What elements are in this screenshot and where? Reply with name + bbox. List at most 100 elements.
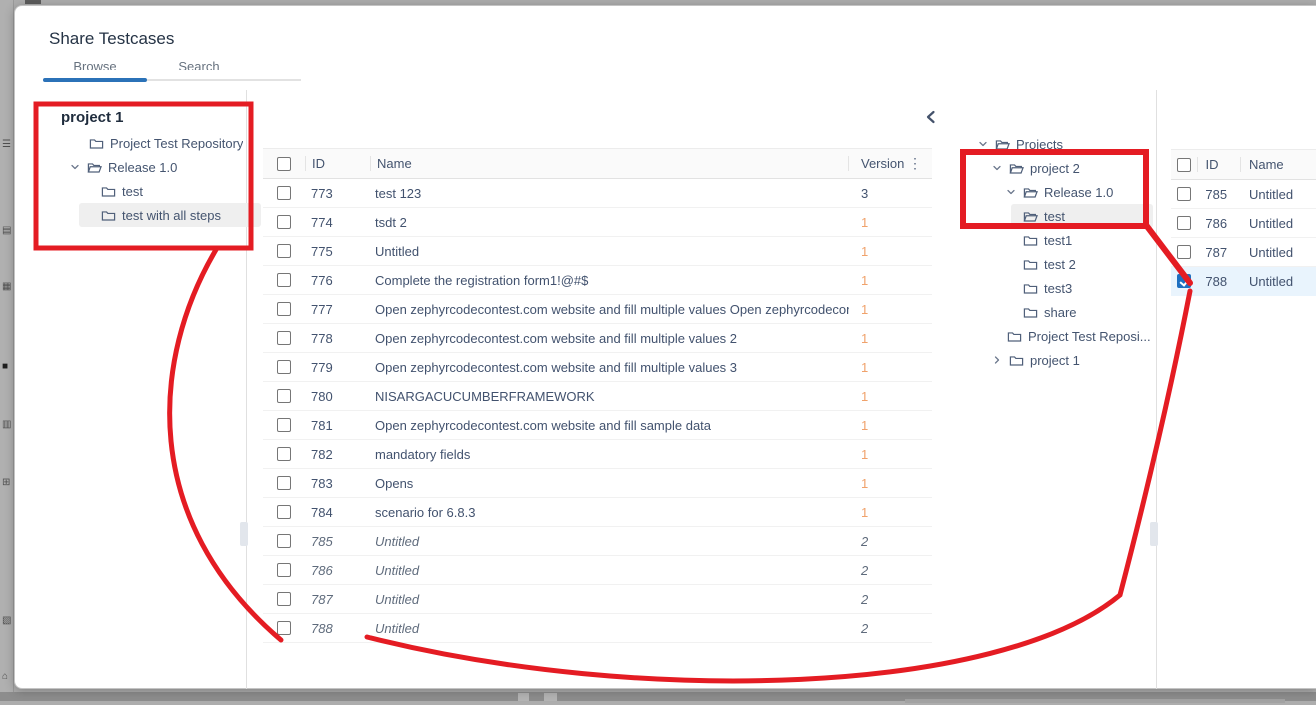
folder-icon bbox=[1007, 329, 1022, 344]
folder-open-icon bbox=[87, 160, 102, 175]
tree-item-release-1-0[interactable]: Release 1.0 bbox=[1005, 180, 1153, 204]
panel-resize-handle[interactable] bbox=[240, 522, 248, 546]
table-row[interactable]: 787 Untitled 2 bbox=[263, 585, 932, 614]
cell-version: 2 bbox=[849, 621, 908, 636]
table-row[interactable]: 773 test 123 3 bbox=[263, 179, 932, 208]
cell-id: 788 bbox=[1197, 274, 1241, 289]
tree-item-release-1-0[interactable]: Release 1.0 bbox=[69, 155, 261, 179]
sidebar-app-icon[interactable]: ▤ bbox=[2, 226, 14, 236]
row-checkbox[interactable] bbox=[277, 592, 291, 606]
table-row[interactable]: 785 Untitled bbox=[1171, 180, 1316, 209]
sidebar-app-icon[interactable]: ▧ bbox=[2, 616, 14, 626]
table-row[interactable]: 783 Opens 1 bbox=[263, 469, 932, 498]
cell-name: Untitled bbox=[369, 563, 849, 578]
tab-browse[interactable]: Browse bbox=[43, 58, 147, 70]
tree-item-share[interactable]: share bbox=[1023, 300, 1153, 324]
cell-id: 778 bbox=[305, 331, 369, 346]
sidebar-app-icon[interactable]: ▥ bbox=[2, 420, 14, 430]
folder-icon bbox=[1023, 305, 1038, 320]
cell-name: Untitled bbox=[369, 244, 849, 259]
chevron-down-icon[interactable] bbox=[1005, 186, 1017, 198]
table-row[interactable]: 785 Untitled 2 bbox=[263, 527, 932, 556]
row-checkbox[interactable] bbox=[277, 244, 291, 258]
row-checkbox[interactable] bbox=[277, 186, 291, 200]
table-row[interactable]: 780 NISARGACUCUMBERFRAMEWORK 1 bbox=[263, 382, 932, 411]
sidebar-app-icon[interactable]: ⊞ bbox=[2, 478, 14, 488]
row-checkbox[interactable] bbox=[1177, 187, 1191, 201]
tree-item-project-test-repository[interactable]: Project Test Repository bbox=[89, 131, 261, 155]
row-checkbox[interactable] bbox=[277, 389, 291, 403]
background-page-edge bbox=[25, 0, 41, 4]
tree-item-test[interactable]: test bbox=[1011, 204, 1153, 228]
row-checkbox[interactable] bbox=[1177, 216, 1191, 230]
cell-id: 780 bbox=[305, 389, 369, 404]
table-row[interactable]: 784 scenario for 6.8.3 1 bbox=[263, 498, 932, 527]
row-checkbox[interactable] bbox=[277, 302, 291, 316]
tree-item-projects[interactable]: Projects bbox=[977, 132, 1153, 156]
cell-id: 786 bbox=[1197, 216, 1241, 231]
tree-item-label: Release 1.0 bbox=[1044, 185, 1113, 200]
source-project-title: project 1 bbox=[61, 109, 261, 129]
row-checkbox[interactable] bbox=[277, 534, 291, 548]
cell-version: 1 bbox=[849, 215, 908, 230]
table-row[interactable]: 775 Untitled 1 bbox=[263, 237, 932, 266]
row-checkbox[interactable] bbox=[277, 331, 291, 345]
row-checkbox[interactable] bbox=[1177, 245, 1191, 259]
tree-item-project-test-repository[interactable]: Project Test Reposi... bbox=[1007, 324, 1153, 348]
background-page-fragment bbox=[905, 699, 1285, 703]
select-all-checkbox[interactable] bbox=[1177, 158, 1191, 172]
column-header-id: ID bbox=[306, 156, 370, 171]
table-row[interactable]: 781 Open zephyrcodecontest.com website a… bbox=[263, 411, 932, 440]
row-checkbox[interactable] bbox=[277, 273, 291, 287]
table-row[interactable]: 782 mandatory fields 1 bbox=[263, 440, 932, 469]
table-row[interactable]: 779 Open zephyrcodecontest.com website a… bbox=[263, 353, 932, 382]
tree-item-project-1[interactable]: project 1 bbox=[991, 348, 1153, 372]
sidebar-app-icon[interactable]: ☰ bbox=[2, 140, 14, 150]
chevron-right-icon[interactable] bbox=[991, 354, 1003, 366]
tree-item-test[interactable]: test bbox=[101, 179, 261, 203]
sidebar-app-icon[interactable]: ▦ bbox=[2, 282, 14, 292]
row-checkbox[interactable] bbox=[277, 447, 291, 461]
cell-version: 1 bbox=[849, 360, 908, 375]
chevron-down-icon[interactable] bbox=[991, 162, 1003, 174]
cell-version: 2 bbox=[849, 592, 908, 607]
sidebar-app-icon[interactable]: ⌂ bbox=[2, 672, 14, 682]
tree-item-label: share bbox=[1044, 305, 1077, 320]
sidebar-app-icon[interactable]: ■ bbox=[2, 362, 14, 372]
table-row[interactable]: 786 Untitled 2 bbox=[263, 556, 932, 585]
row-checkbox[interactable] bbox=[277, 418, 291, 432]
folder-icon bbox=[1023, 233, 1038, 248]
tree-item-test1[interactable]: test1 bbox=[1023, 228, 1153, 252]
table-row[interactable]: 777 Open zephyrcodecontest.com website a… bbox=[263, 295, 932, 324]
folder-open-icon bbox=[995, 137, 1010, 152]
chevron-down-icon[interactable] bbox=[977, 138, 989, 150]
table-row[interactable]: 786 Untitled bbox=[1171, 209, 1316, 238]
cell-name: tsdt 2 bbox=[369, 215, 849, 230]
row-checkbox[interactable] bbox=[277, 215, 291, 229]
chevron-down-icon[interactable] bbox=[69, 161, 81, 173]
row-checkbox[interactable] bbox=[1177, 274, 1191, 288]
table-row[interactable]: 778 Open zephyrcodecontest.com website a… bbox=[263, 324, 932, 353]
collapse-panel-button[interactable] bbox=[923, 109, 939, 125]
tree-item-test-2[interactable]: test 2 bbox=[1023, 252, 1153, 276]
table-row[interactable]: 776 Complete the registration form1!@#$ … bbox=[263, 266, 932, 295]
cell-name: scenario for 6.8.3 bbox=[369, 505, 849, 520]
row-checkbox[interactable] bbox=[277, 360, 291, 374]
row-checkbox[interactable] bbox=[277, 505, 291, 519]
source-project-tree: project 1 Project Test Repository Releas… bbox=[61, 109, 261, 227]
row-checkbox[interactable] bbox=[277, 563, 291, 577]
tree-item-test-with-all-steps[interactable]: test with all steps bbox=[79, 203, 261, 227]
tree-item-test3[interactable]: test3 bbox=[1023, 276, 1153, 300]
select-all-checkbox[interactable] bbox=[277, 157, 291, 171]
tab-search[interactable]: Search bbox=[147, 58, 251, 70]
cell-id: 782 bbox=[305, 447, 369, 462]
panel-resize-handle[interactable] bbox=[1150, 522, 1158, 546]
table-row[interactable]: 787 Untitled bbox=[1171, 238, 1316, 267]
tree-item-project-2[interactable]: project 2 bbox=[991, 156, 1153, 180]
kebab-menu-icon[interactable]: ⋮ bbox=[908, 155, 932, 172]
table-row[interactable]: 788 Untitled bbox=[1171, 267, 1316, 296]
table-row[interactable]: 774 tsdt 2 1 bbox=[263, 208, 932, 237]
row-checkbox[interactable] bbox=[277, 621, 291, 635]
table-row[interactable]: 788 Untitled 2 bbox=[263, 614, 932, 643]
row-checkbox[interactable] bbox=[277, 476, 291, 490]
